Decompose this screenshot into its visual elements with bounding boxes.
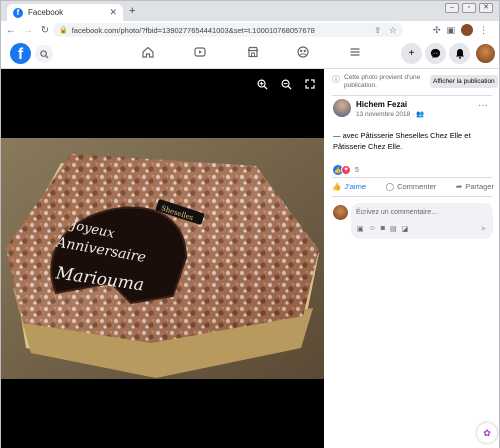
notice-text: Cette photo provient d’une publication. xyxy=(344,74,421,89)
reload-icon[interactable]: ↻ xyxy=(38,25,52,36)
video-icon[interactable] xyxy=(192,46,208,61)
photo-viewer: Sheselles Joyeux Anniversaire Mariouma xyxy=(1,69,324,448)
tab-strip: f Facebook ✕ + – ▫ ✕ xyxy=(1,1,499,21)
new-tab-button[interactable]: + xyxy=(129,5,135,17)
emoji-icon[interactable]: ☺ xyxy=(369,225,376,233)
comment-input[interactable]: Écrivez un commentaire… ▣ ☺ ◙ ▤ ◪ ➤ xyxy=(351,203,493,239)
chat-bubble-icon[interactable]: ✿ xyxy=(477,423,497,443)
facebook-header: f + xyxy=(1,39,499,69)
camera-icon[interactable]: ◙ xyxy=(381,225,385,233)
window-controls: – ▫ ✕ xyxy=(445,3,493,13)
divider xyxy=(332,95,492,96)
share-button[interactable]: ➦ Partager xyxy=(456,182,494,191)
zoom-out-icon[interactable] xyxy=(281,79,292,93)
forward-icon[interactable]: → xyxy=(21,25,35,36)
thumbs-up-icon: 👍 xyxy=(332,182,342,191)
reactions-summary[interactable]: 👍 ♥ 5 xyxy=(333,165,359,175)
audience-friends-icon: 👥 xyxy=(416,111,425,118)
divider xyxy=(332,177,492,178)
messenger-icon[interactable] xyxy=(425,43,446,64)
post-caption: — avec Pâtisserie Sheselles Chez Elle et… xyxy=(333,131,471,151)
post-info-panel: ⓘ Cette photo provient d’une publication… xyxy=(324,69,499,448)
navigation-bar: ← → ↻ 🔒 facebook.com/photo/?fbid=1390277… xyxy=(1,21,499,39)
minimize-icon[interactable]: – xyxy=(445,3,459,13)
author-avatar[interactable] xyxy=(333,99,351,117)
sticker-icon[interactable]: ◪ xyxy=(402,225,409,233)
post-date[interactable]: 13 novembre 2018 · 👥 xyxy=(356,110,424,118)
zoom-in-icon[interactable] xyxy=(257,79,268,93)
post-actions: 👍 J’aime ◯ Commenter ➦ Partager xyxy=(332,182,494,191)
create-plus-icon[interactable]: + xyxy=(401,43,422,64)
search-icon[interactable] xyxy=(35,45,53,63)
cake-photo: Sheselles Joyeux Anniversaire Mariouma xyxy=(1,138,324,379)
avatar-sticker-icon[interactable]: ▣ xyxy=(357,225,364,233)
source-notice: ⓘ Cette photo provient d’une publication… xyxy=(332,74,500,90)
comment-label: Commenter xyxy=(397,182,437,191)
close-window-icon[interactable]: ✕ xyxy=(479,3,493,13)
marketplace-icon[interactable] xyxy=(245,46,261,61)
share-arrow-icon: ➦ xyxy=(455,182,463,191)
author-name[interactable]: Hichem Fezai xyxy=(356,100,407,109)
browser-window: f Facebook ✕ + – ▫ ✕ ← → ↻ 🔒 facebook.co… xyxy=(0,0,500,448)
commenter-avatar[interactable] xyxy=(333,205,348,220)
comment-tools: ▣ ☺ ◙ ▤ ◪ xyxy=(357,225,408,233)
divider xyxy=(332,196,492,197)
post-date-text: 13 novembre 2018 · xyxy=(356,111,415,118)
share-label: Partager xyxy=(465,182,494,191)
lock-icon[interactable]: 🔒 xyxy=(59,26,68,34)
facebook-logo[interactable]: f xyxy=(10,43,31,64)
comment-bubble-icon: ◯ xyxy=(385,182,395,191)
comment-button[interactable]: ◯ Commenter xyxy=(386,182,437,191)
view-post-button[interactable]: Afficher la publication xyxy=(430,75,498,88)
facebook-favicon-icon: f xyxy=(13,7,23,18)
fullscreen-icon[interactable] xyxy=(305,79,315,92)
reaction-count: 5 xyxy=(355,166,359,174)
url-text: facebook.com/photo/?fbid=139027765444100… xyxy=(71,25,315,35)
address-bar[interactable]: 🔒 facebook.com/photo/?fbid=1390277654441… xyxy=(53,23,403,37)
menu-icon[interactable] xyxy=(347,46,363,61)
extensions-puzzle-icon[interactable]: ✣ xyxy=(433,25,441,36)
like-label: J’aime xyxy=(344,182,367,191)
tab-title: Facebook xyxy=(28,8,64,17)
globe-icon: ⓘ xyxy=(332,75,340,84)
profile-avatar[interactable] xyxy=(461,24,474,36)
like-button[interactable]: 👍 J’aime xyxy=(332,182,366,191)
side-panel-icon[interactable]: ▣ xyxy=(447,25,456,36)
home-icon[interactable] xyxy=(140,46,156,61)
account-avatar[interactable] xyxy=(475,43,496,64)
gif-icon[interactable]: ▤ xyxy=(390,225,397,233)
extension-area: ✣ ▣ ⋮ xyxy=(433,24,488,36)
send-icon[interactable]: ➤ xyxy=(480,224,487,233)
maximize-icon[interactable]: ▫ xyxy=(462,3,476,13)
share-icon[interactable]: ⇪ xyxy=(374,26,381,35)
back-icon[interactable]: ← xyxy=(4,25,18,36)
more-options-icon[interactable]: ··· xyxy=(478,100,488,111)
browser-tab[interactable]: f Facebook ✕ xyxy=(7,4,123,21)
bookmark-star-icon[interactable]: ☆ xyxy=(389,25,397,36)
comment-placeholder: Écrivez un commentaire… xyxy=(356,209,439,216)
groups-icon[interactable] xyxy=(295,46,311,61)
notifications-bell-icon[interactable] xyxy=(449,43,470,64)
browser-menu-icon[interactable]: ⋮ xyxy=(479,25,488,36)
love-reaction-icon: ♥ xyxy=(341,165,351,175)
close-tab-icon[interactable]: ✕ xyxy=(109,7,117,18)
